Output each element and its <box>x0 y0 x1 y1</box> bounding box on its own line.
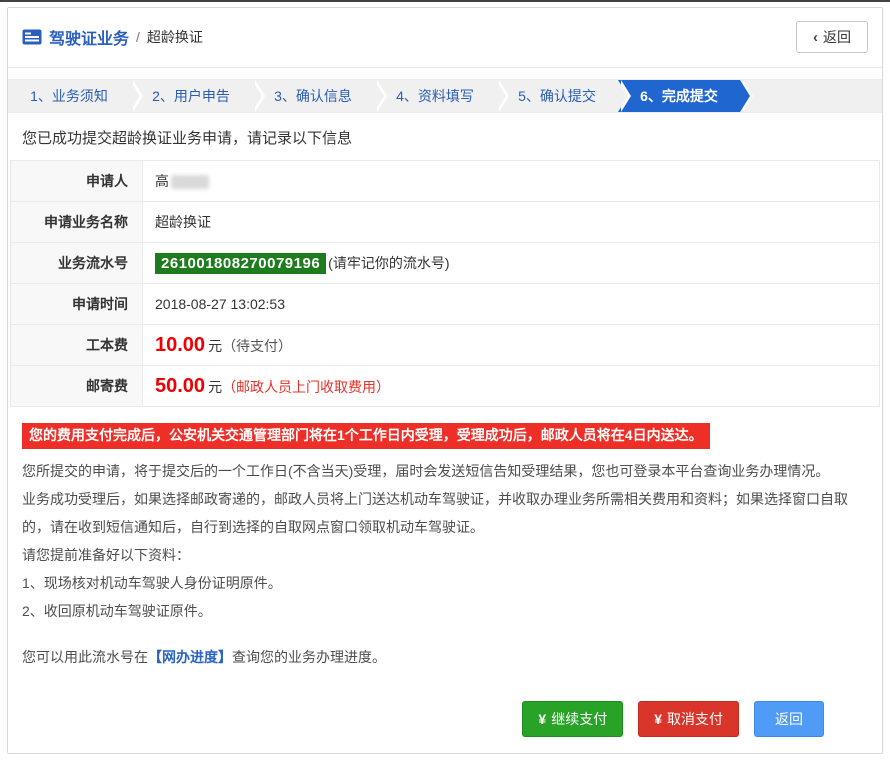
table-row-apply-time: 申请时间 2018-08-27 13:02:53 <box>11 284 880 325</box>
step-label: 3、确认信息 <box>274 88 352 104</box>
step-1-business-notice[interactable]: 1、业务须知 <box>8 80 130 112</box>
table-row-production-fee: 工本费 10.00元（待支付） <box>11 325 880 366</box>
production-fee-note: （待支付） <box>222 338 292 354</box>
step-3-confirm-info[interactable]: 3、确认信息 <box>252 80 374 112</box>
step-label: 2、用户申告 <box>152 88 230 104</box>
cancel-pay-button[interactable]: ¥ 取消支付 <box>638 701 739 737</box>
top-border-line <box>0 0 890 2</box>
continue-pay-label: 继续支付 <box>551 709 607 729</box>
row-value-cell: 超龄换证 <box>143 202 880 243</box>
license-card-icon <box>22 29 42 45</box>
row-label: 申请时间 <box>11 284 143 325</box>
table-row-applicant: 申请人 高 <box>11 161 880 202</box>
notice-paragraph: 业务成功受理后，如果选择邮政寄递的，邮政人员将上门送达机动车驾驶证，并收取办理业… <box>22 485 868 541</box>
cancel-pay-label: 取消支付 <box>667 709 723 729</box>
yen-icon: ¥ <box>538 711 546 727</box>
step-2-user-declaration[interactable]: 2、用户申告 <box>130 80 252 112</box>
row-label: 业务流水号 <box>11 243 143 284</box>
step-label: 6、完成提交 <box>640 88 718 104</box>
postage-fee-amount: 50.00 <box>155 375 205 397</box>
notice-list-item: 2、收回原机动车驾驶证原件。 <box>22 597 868 625</box>
business-name: 超龄换证 <box>155 214 211 230</box>
row-label: 申请业务名称 <box>11 202 143 243</box>
step-label: 5、确认提交 <box>518 88 596 104</box>
back-button-label: 返回 <box>823 27 851 47</box>
notice-paragraph: 您所提交的申请，将于提交后的一个工作日(不含当天)受理，届时会发送短信告知受理结… <box>22 457 868 485</box>
bottom-back-button[interactable]: 返回 <box>754 701 824 737</box>
header: 驾驶证业务 / 超龄换证 ‹ 返回 <box>8 8 882 68</box>
bottom-back-label: 返回 <box>775 709 803 729</box>
step-label: 1、业务须知 <box>30 88 108 104</box>
notice-section: 您的费用支付完成后，公安机关交通管理部门将在1个工作日内受理，受理成功后，邮政人… <box>8 407 882 671</box>
yen-icon: ¥ <box>654 711 662 727</box>
title-secondary: 超龄换证 <box>147 27 203 47</box>
step-4-fill-materials[interactable]: 4、资料填写 <box>374 80 496 112</box>
table-row-postage-fee: 邮寄费 50.00元（邮政人员上门收取费用） <box>11 366 880 407</box>
back-button[interactable]: ‹ 返回 <box>796 21 868 53</box>
row-label: 申请人 <box>11 161 143 202</box>
action-buttons: ¥ 继续支付 ¥ 取消支付 返回 <box>8 671 882 753</box>
steps-filler <box>740 80 882 112</box>
serial-number-badge: 261001808270079196 <box>155 253 326 274</box>
chevron-left-icon: ‹ <box>813 30 818 45</box>
progress-query-line: 您可以用此流水号在【网办进度】查询您的业务办理进度。 <box>22 643 868 671</box>
progress-prefix: 您可以用此流水号在 <box>22 649 148 665</box>
apply-time: 2018-08-27 13:02:53 <box>155 296 285 312</box>
fee-unit: 元 <box>208 379 222 395</box>
row-value-cell: 50.00元（邮政人员上门收取费用） <box>143 366 880 407</box>
row-value-cell: 高 <box>143 161 880 202</box>
row-value-cell: 10.00元（待支付） <box>143 325 880 366</box>
step-5-confirm-submit[interactable]: 5、确认提交 <box>496 80 618 112</box>
title-primary: 驾驶证业务 <box>49 25 129 49</box>
step-label: 4、资料填写 <box>396 88 474 104</box>
notice-list-item: 1、现场核对机动车驾驶人身份证明原件。 <box>22 569 868 597</box>
title-separator: / <box>136 29 140 45</box>
page-container: 驾驶证业务 / 超龄换证 ‹ 返回 1、业务须知 2、用户申告 3、确认信息 4… <box>7 7 883 754</box>
table-row-serial-number: 业务流水号 261001808270079196(请牢记你的流水号) <box>11 243 880 284</box>
info-table: 申请人 高 申请业务名称 超龄换证 业务流水号 2610018082700791… <box>10 160 880 407</box>
steps-bar: 1、业务须知 2、用户申告 3、确认信息 4、资料填写 5、确认提交 6、完成提… <box>8 79 882 113</box>
row-label: 邮寄费 <box>11 366 143 407</box>
redacted-name-blur <box>171 175 209 189</box>
production-fee-amount: 10.00 <box>155 334 205 356</box>
serial-note: (请牢记你的流水号) <box>328 255 449 271</box>
progress-suffix: 查询您的业务办理进度。 <box>232 649 386 665</box>
row-label: 工本费 <box>11 325 143 366</box>
fee-unit: 元 <box>208 338 222 354</box>
table-row-business-name: 申请业务名称 超龄换证 <box>11 202 880 243</box>
continue-pay-button[interactable]: ¥ 继续支付 <box>522 701 623 737</box>
step-6-complete-submit[interactable]: 6、完成提交 <box>618 80 740 112</box>
row-value-cell: 261001808270079196(请牢记你的流水号) <box>143 243 880 284</box>
postage-fee-note: （邮政人员上门收取费用） <box>222 379 390 395</box>
progress-link[interactable]: 【网办进度】 <box>148 649 232 665</box>
applicant-name: 高 <box>155 173 169 189</box>
payment-warning-banner: 您的费用支付完成后，公安机关交通管理部门将在1个工作日内受理，受理成功后，邮政人… <box>22 423 710 449</box>
row-value-cell: 2018-08-27 13:02:53 <box>143 284 880 325</box>
notice-paragraph: 请您提前准备好以下资料： <box>22 541 868 569</box>
page-title: 驾驶证业务 / 超龄换证 <box>22 25 203 49</box>
success-message: 您已成功提交超龄换证业务申请，请记录以下信息 <box>8 113 882 158</box>
